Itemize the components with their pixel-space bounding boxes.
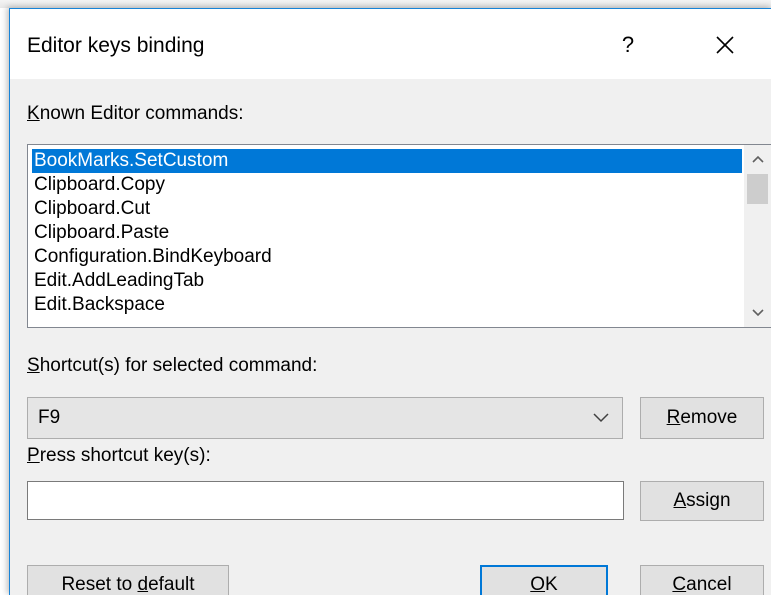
list-item[interactable]: Clipboard.Copy [34,173,165,197]
list-item[interactable]: BookMarks.SetCustom [32,149,742,173]
remove-button[interactable]: Remove [640,397,764,439]
close-button[interactable] [700,25,750,65]
reset-button-accel: d [137,574,149,595]
list-item[interactable]: Configuration.BindKeyboard [34,245,272,269]
list-item-label: Clipboard.Copy [34,174,165,195]
chevron-up-icon [751,155,764,163]
scroll-up-button[interactable] [744,145,771,173]
reset-button-label-post: efault [148,574,195,595]
list-item[interactable]: Edit.AddLeadingTab [34,269,204,293]
cancel-button-label: ancel [686,574,732,595]
title-bar: Editor keys binding ? [10,9,771,79]
help-button[interactable]: ? [606,25,650,65]
reset-button-label-pre: Reset to [61,574,138,595]
cancel-button[interactable]: Cancel [640,565,764,595]
commands-listbox[interactable]: BookMarks.SetCustom Clipboard.Copy Clipb… [27,144,771,328]
assign-button-label: ssign [686,490,731,511]
known-commands-label-text: nown Editor commands: [39,103,244,124]
scroll-down-button[interactable] [744,299,771,327]
shortcuts-label-accel: S [27,355,40,376]
ok-button[interactable]: OK [480,565,608,595]
remove-button-label: emove [680,407,738,428]
ok-button-accel: O [530,574,546,595]
chevron-down-icon [593,413,609,423]
dialog-body: Known Editor commands: BookMarks.SetCust… [10,79,771,595]
ok-button-label: K [545,574,558,595]
remove-button-accel: R [666,407,681,428]
list-item-label: Clipboard.Cut [34,198,151,219]
assign-button[interactable]: Assign [640,481,764,521]
background-window-edge [0,0,771,8]
known-commands-label: Known Editor commands: [27,103,244,125]
press-shortcut-label-text: ress shortcut key(s): [39,445,211,466]
list-item-label: BookMarks.SetCustom [34,150,229,171]
listbox-scrollbar[interactable] [744,145,771,327]
shortcuts-label-text: hortcut(s) for selected command: [39,355,318,376]
shortcut-key-input[interactable] [27,481,624,520]
list-item-label: Configuration.BindKeyboard [34,246,272,267]
cancel-button-accel: C [672,574,687,595]
shortcuts-dropdown[interactable]: F9 [27,397,623,439]
list-item-label: Clipboard.Paste [34,222,170,243]
shortcuts-label: Shortcut(s) for selected command: [27,355,317,377]
shortcuts-dropdown-value: F9 [38,407,61,428]
chevron-down-icon [751,309,764,317]
known-commands-label-accel: K [27,103,40,124]
list-item-label: Edit.Backspace [34,294,165,315]
assign-button-accel: A [673,490,687,511]
list-item-label: Edit.AddLeadingTab [34,270,205,291]
list-item[interactable]: Clipboard.Paste [34,221,169,245]
press-shortcut-label-accel: P [27,445,40,466]
dialog-title: Editor keys binding [27,34,205,57]
close-icon [716,36,734,54]
reset-to-default-button[interactable]: Reset to d efault [27,565,229,595]
scroll-thumb[interactable] [747,174,768,204]
list-item[interactable]: Clipboard.Cut [34,197,150,221]
list-item[interactable]: Edit.Backspace [34,293,165,317]
editor-keys-binding-dialog: Editor keys binding ? Known Editor comma… [9,8,771,595]
press-shortcut-label: Press shortcut key(s): [27,445,211,467]
